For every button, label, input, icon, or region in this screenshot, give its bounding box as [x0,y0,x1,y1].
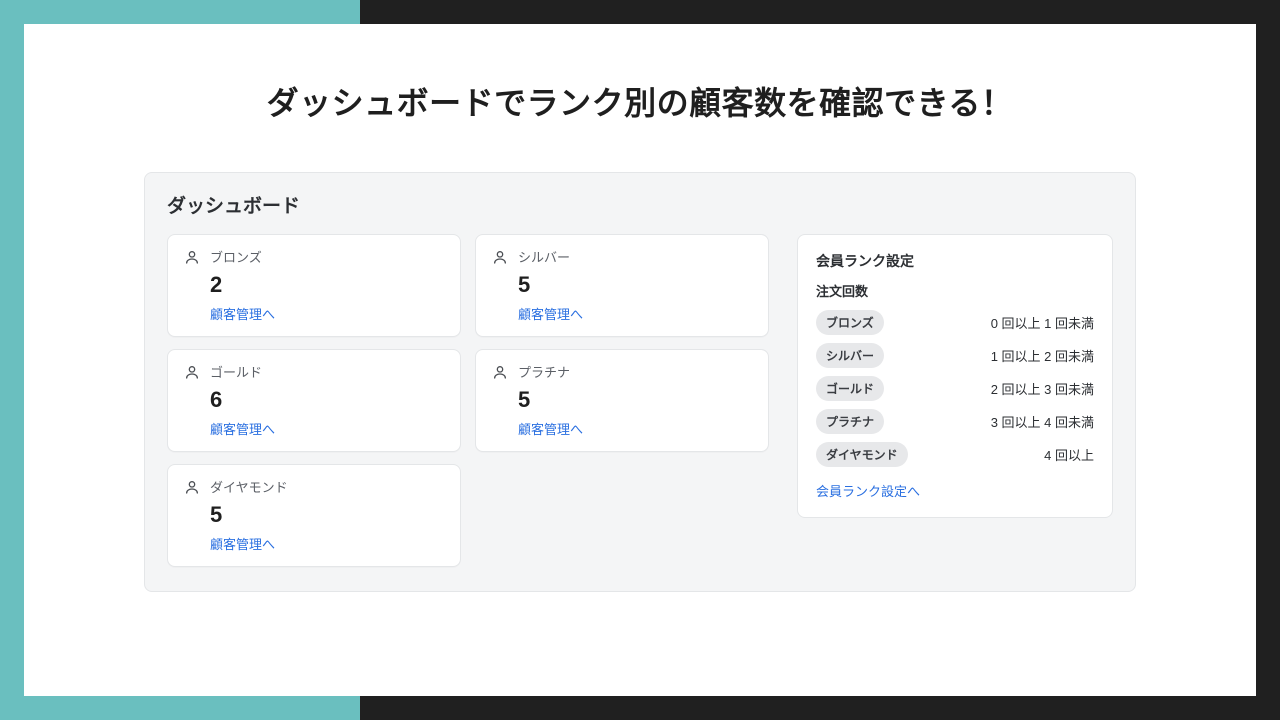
rank-settings-row: ダイヤモンド 4 回以上 [816,442,1094,467]
rank-settings-link[interactable]: 会員ランク設定へ [816,481,920,500]
rank-badge-diamond: ダイヤモンド [816,442,908,467]
rank-cards-column-a: ブロンズ 2 顧客管理へ ゴールド 6 顧客管理へ ダイ [167,234,461,567]
user-icon [492,364,508,380]
rank-badge-bronze: ブロンズ [816,310,884,335]
rank-settings-row: プラチナ 3 回以上 4 回未満 [816,409,1094,434]
rank-settings-row: シルバー 1 回以上 2 回未満 [816,343,1094,368]
rank-rule: 1 回以上 2 回未満 [991,346,1094,365]
customer-manage-link[interactable]: 顧客管理へ [518,307,583,322]
rank-card-bronze: ブロンズ 2 顧客管理へ [167,234,461,337]
rank-rule: 2 回以上 3 回未満 [991,379,1094,398]
customer-manage-link[interactable]: 顧客管理へ [210,422,275,437]
user-icon [184,479,200,495]
rank-cards-column-b: シルバー 5 顧客管理へ プラチナ 5 顧客管理へ [475,234,769,452]
dashboard-columns: ブロンズ 2 顧客管理へ ゴールド 6 顧客管理へ ダイ [167,234,1113,567]
rank-settings-card: 会員ランク設定 注文回数 ブロンズ 0 回以上 1 回未満 シルバー 1 回以上… [797,234,1113,518]
customer-manage-link[interactable]: 顧客管理へ [210,307,275,322]
rank-rule: 3 回以上 4 回未満 [991,412,1094,431]
rank-rule: 0 回以上 1 回未満 [991,313,1094,332]
rank-card-value: 5 [518,387,752,413]
rank-card-name: ブロンズ [210,247,262,266]
rank-card-platinum: プラチナ 5 顧客管理へ [475,349,769,452]
rank-card-name: ゴールド [210,362,262,381]
user-icon [184,364,200,380]
rank-settings-row: ブロンズ 0 回以上 1 回未満 [816,310,1094,335]
rank-settings-title: 会員ランク設定 [816,251,1094,271]
customer-manage-link[interactable]: 顧客管理へ [210,537,275,552]
rank-card-value: 5 [210,502,444,528]
rank-card-name: シルバー [518,247,570,266]
rank-card-name: ダイヤモンド [210,477,288,496]
rank-card-diamond: ダイヤモンド 5 顧客管理へ [167,464,461,567]
content-frame: ダッシュボードでランク別の顧客数を確認できる！ ダッシュボード ブロンズ 2 顧… [24,24,1256,696]
rank-card-gold: ゴールド 6 顧客管理へ [167,349,461,452]
rank-card-value: 2 [210,272,444,298]
user-icon [184,249,200,265]
rank-badge-silver: シルバー [816,343,884,368]
page-headline: ダッシュボードでランク別の顧客数を確認できる！ [24,24,1256,124]
rank-rule: 4 回以上 [1044,445,1094,464]
dashboard-panel: ダッシュボード ブロンズ 2 顧客管理へ ゴールド 6 [144,172,1136,592]
rank-card-value: 6 [210,387,444,413]
rank-card-name: プラチナ [518,362,570,381]
dashboard-title: ダッシュボード [167,191,1113,218]
rank-badge-gold: ゴールド [816,376,884,401]
rank-badge-platinum: プラチナ [816,409,884,434]
rank-card-silver: シルバー 5 顧客管理へ [475,234,769,337]
rank-settings-row: ゴールド 2 回以上 3 回未満 [816,376,1094,401]
rank-card-value: 5 [518,272,752,298]
customer-manage-link[interactable]: 顧客管理へ [518,422,583,437]
user-icon [492,249,508,265]
rank-settings-subtitle: 注文回数 [816,281,1094,300]
